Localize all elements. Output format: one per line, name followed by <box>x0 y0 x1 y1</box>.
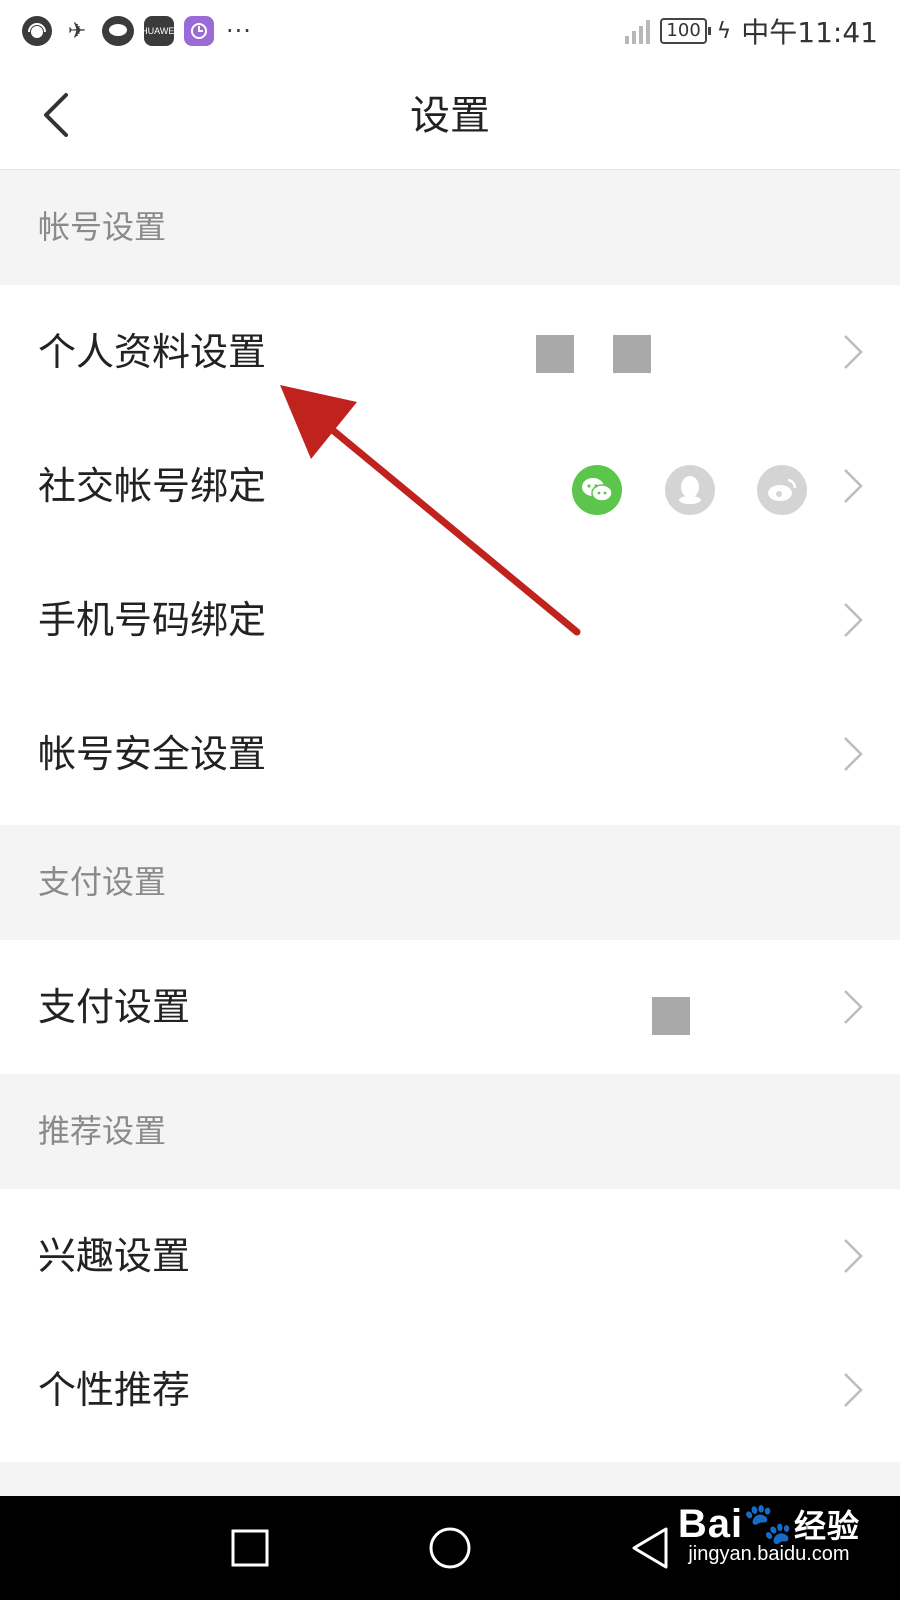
charging-icon: ϟ <box>716 18 732 44</box>
chevron-right-icon <box>844 603 863 637</box>
section-divider <box>0 1462 900 1496</box>
qq-icon <box>665 465 715 515</box>
watermark-brand: Bai <box>677 1502 744 1546</box>
row-label: 兴趣设置 <box>38 1234 191 1278</box>
settings-row-account-security[interactable]: 帐号安全设置 <box>0 687 900 821</box>
redacted-block <box>536 335 574 373</box>
signal-icon <box>625 18 651 44</box>
back-nav-button[interactable] <box>630 1526 670 1570</box>
settings-row-personalized-recommendation[interactable]: 个性推荐 <box>0 1323 900 1457</box>
chevron-right-icon <box>844 335 863 369</box>
wechat-icon <box>572 465 622 515</box>
row-label: 社交帐号绑定 <box>38 464 267 508</box>
chevron-right-icon <box>844 469 863 503</box>
headset-app-icon <box>22 16 52 46</box>
settings-row-social-binding[interactable]: 社交帐号绑定 <box>0 419 900 553</box>
row-label: 个人资料设置 <box>38 330 267 374</box>
settings-row-interests[interactable]: 兴趣设置 <box>0 1189 900 1323</box>
watermark-url: jingyan.baidu.com <box>688 1543 850 1565</box>
weibo-icon <box>757 465 807 515</box>
chevron-right-icon <box>844 737 863 771</box>
paw-icon: 🐾 <box>743 1502 794 1546</box>
watermark-brand-cn: 经验 <box>793 1508 860 1544</box>
section-header-account: 帐号设置 <box>0 170 900 285</box>
status-bar: ✈ HUAWEI ··· 100 ϟ 中午11:41 <box>0 0 900 62</box>
watermark-logo: Bai🐾经验 <box>678 1500 860 1547</box>
row-label: 个性推荐 <box>38 1368 191 1412</box>
row-label: 手机号码绑定 <box>38 598 267 642</box>
section-header-recommendation: 推荐设置 <box>0 1074 900 1189</box>
status-bar-notifications: ✈ HUAWEI ··· <box>22 16 252 46</box>
chevron-right-icon <box>844 1239 863 1273</box>
more-notifications-icon: ··· <box>226 17 252 45</box>
home-button[interactable] <box>428 1526 472 1570</box>
recents-button[interactable] <box>230 1528 270 1568</box>
settings-row-payment[interactable]: 支付设置 <box>0 940 900 1074</box>
redacted-block <box>652 997 690 1035</box>
settings-row-profile[interactable]: 个人资料设置 <box>0 285 900 419</box>
page-title: 设置 <box>410 93 490 139</box>
status-bar-system: 100 ϟ 中午11:41 <box>625 11 878 51</box>
top-nav-bar: 设置 <box>0 62 900 170</box>
settings-row-phone-binding[interactable]: 手机号码绑定 <box>0 553 900 687</box>
paper-plane-icon: ✈ <box>67 18 87 43</box>
chevron-right-icon <box>844 1373 863 1407</box>
redacted-block <box>613 335 651 373</box>
status-time: 中午11:41 <box>741 16 878 49</box>
battery-icon: 100 <box>660 18 712 44</box>
clock-app-icon <box>184 16 214 46</box>
baidu-jingyan-watermark: Bai🐾经验 jingyan.baidu.com <box>678 1500 860 1566</box>
chevron-right-icon <box>844 990 863 1024</box>
section-header-payment: 支付设置 <box>0 825 900 940</box>
huawei-app-icon: HUAWEI <box>141 16 177 46</box>
row-label: 支付设置 <box>38 985 191 1029</box>
chat-bubble-icon <box>102 16 134 46</box>
row-label: 帐号安全设置 <box>38 732 267 776</box>
